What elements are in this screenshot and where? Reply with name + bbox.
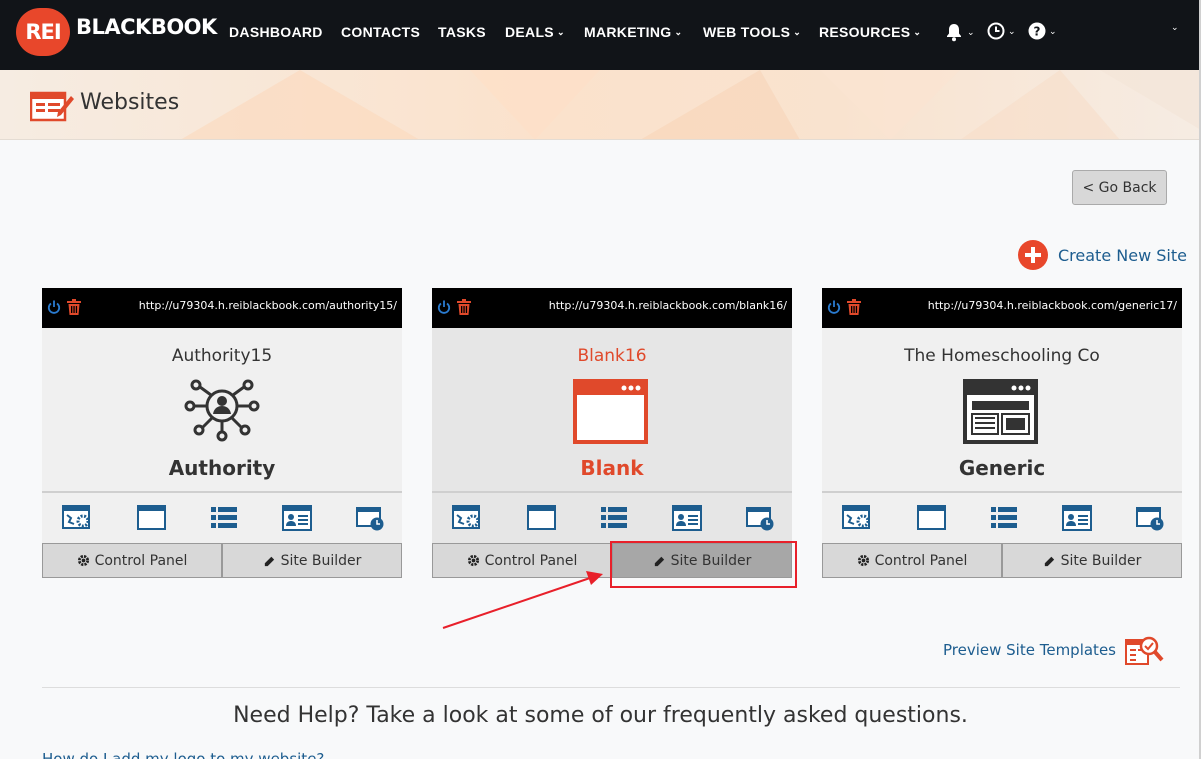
- nav-web-tools[interactable]: WEB TOOLS ⌄: [703, 24, 801, 40]
- nav-dashboard[interactable]: DASHBOARD: [229, 24, 323, 40]
- site-url[interactable]: http://u79304.h.reiblackbook.com/blank16…: [549, 299, 787, 312]
- site-type: Blank: [580, 456, 644, 480]
- site-card: http://u79304.h.reiblackbook.com/authori…: [42, 288, 402, 580]
- site-card-body[interactable]: Blank16 Blank: [432, 328, 792, 493]
- site-url[interactable]: http://u79304.h.reiblackbook.com/authori…: [139, 299, 397, 312]
- site-card-header: http://u79304.h.reiblackbook.com/generic…: [822, 288, 1182, 328]
- nav-resources[interactable]: RESOURCES ⌄: [819, 24, 921, 40]
- help-menu[interactable]: ? ⌄: [1028, 22, 1057, 40]
- chevron-down-icon: ⌄: [1049, 25, 1057, 36]
- control-panel-button[interactable]: Control Panel: [42, 543, 222, 578]
- analytics-icon[interactable]: [1136, 505, 1164, 531]
- create-new-site-label: Create New Site: [1058, 245, 1187, 265]
- chevron-down-icon: ⌄: [793, 27, 802, 37]
- list-icon[interactable]: [991, 506, 1017, 530]
- plus-circle-icon: [1018, 240, 1048, 270]
- faq-link[interactable]: How do I add my logo to my website?: [42, 750, 324, 759]
- site-builder-button[interactable]: Site Builder: [222, 543, 402, 578]
- trash-icon[interactable]: [847, 299, 861, 320]
- site-type: Generic: [958, 456, 1046, 480]
- site-name: Authority15: [171, 346, 273, 366]
- nav-deals[interactable]: DEALS ⌄: [505, 24, 565, 40]
- create-new-site-button[interactable]: Create New Site: [1018, 240, 1187, 270]
- site-name: The Homeschooling Co: [904, 346, 1100, 366]
- analytics-icon[interactable]: [356, 505, 384, 531]
- annotation-arrow: [442, 571, 603, 629]
- pencil-icon: [263, 554, 276, 567]
- history-menu[interactable]: ⌄: [987, 22, 1016, 40]
- preview-templates-label: Preview Site Templates: [943, 641, 1116, 659]
- site-card-header: http://u79304.h.reiblackbook.com/authori…: [42, 288, 402, 328]
- list-icon[interactable]: [211, 506, 237, 530]
- section-divider: [42, 687, 1180, 688]
- chevron-down-icon: ⌄: [674, 27, 683, 37]
- contact-card-icon[interactable]: [281, 505, 312, 531]
- analytics-icon[interactable]: [746, 505, 774, 531]
- nav-tasks[interactable]: TASKS: [438, 24, 486, 40]
- site-type: Authority: [168, 456, 276, 480]
- brand-badge: REI: [16, 8, 70, 56]
- chevron-down-icon: ⌄: [1171, 22, 1179, 32]
- user-menu-icon[interactable]: ⌄: [1168, 22, 1179, 33]
- gear-icon: [77, 554, 90, 567]
- power-icon[interactable]: [827, 300, 841, 319]
- help-icon: ?: [1028, 22, 1046, 40]
- top-nav: REI BLACKBOOK DASHBOARD CONTACTS TASKS D…: [0, 0, 1201, 70]
- power-icon[interactable]: [437, 300, 451, 319]
- window-icon[interactable]: [526, 505, 557, 531]
- chevron-down-icon: ⌄: [967, 26, 975, 37]
- site-settings-icon[interactable]: [62, 505, 92, 531]
- websites-icon: [29, 90, 74, 127]
- site-card-body[interactable]: Authority15 Authority: [42, 328, 402, 493]
- contact-card-icon[interactable]: [671, 505, 702, 531]
- svg-text:?: ?: [1034, 25, 1041, 39]
- control-panel-button[interactable]: Control Panel: [822, 543, 1002, 578]
- list-icon[interactable]: [601, 506, 627, 530]
- site-builder-button[interactable]: Site Builder: [612, 543, 792, 578]
- site-card-header: http://u79304.h.reiblackbook.com/blank16…: [432, 288, 792, 328]
- site-card: http://u79304.h.reiblackbook.com/blank16…: [432, 288, 792, 580]
- chevron-down-icon: ⌄: [556, 27, 565, 37]
- nav-contacts[interactable]: CONTACTS: [341, 24, 420, 40]
- site-card-buttons: Control Panel Site Builder: [42, 543, 402, 578]
- generic-page-icon: [962, 378, 1042, 449]
- power-icon[interactable]: [47, 300, 61, 319]
- gear-icon: [857, 554, 870, 567]
- brand-name: BLACKBOOK: [76, 15, 217, 39]
- nav-marketing[interactable]: MARKETING ⌄: [584, 24, 682, 40]
- network-person-icon: [182, 378, 262, 449]
- contact-card-icon[interactable]: [1061, 505, 1092, 531]
- go-back-button[interactable]: < Go Back: [1072, 170, 1167, 205]
- page-title: Websites: [80, 90, 180, 115]
- faq-heading: Need Help? Take a look at some of our fr…: [233, 703, 968, 728]
- clock-icon: [987, 22, 1005, 40]
- template-search-icon: [1124, 636, 1164, 665]
- preview-site-templates-link[interactable]: Preview Site Templates: [943, 634, 1164, 666]
- site-card: http://u79304.h.reiblackbook.com/generic…: [822, 288, 1182, 580]
- pencil-icon: [1043, 554, 1056, 567]
- blank-window-icon: [572, 378, 652, 449]
- site-tools: [822, 493, 1182, 543]
- chevron-down-icon: ⌄: [913, 27, 922, 37]
- site-builder-button[interactable]: Site Builder: [1002, 543, 1182, 578]
- brand-logo[interactable]: REI BLACKBOOK: [16, 8, 217, 56]
- notifications-menu[interactable]: ⌄: [944, 22, 975, 42]
- window-icon[interactable]: [136, 505, 167, 531]
- site-card-buttons: Control Panel Site Builder: [822, 543, 1182, 578]
- trash-icon[interactable]: [457, 299, 471, 320]
- site-tools: [432, 493, 792, 543]
- pencil-icon: [653, 554, 666, 567]
- banner-pattern: [181, 70, 1201, 139]
- trash-icon[interactable]: [67, 299, 81, 320]
- site-url[interactable]: http://u79304.h.reiblackbook.com/generic…: [928, 299, 1177, 312]
- page-header-banner: [0, 70, 1201, 140]
- site-name: Blank16: [577, 346, 647, 366]
- chevron-down-icon: ⌄: [1008, 25, 1016, 36]
- site-card-body[interactable]: The Homeschooling Co Generic: [822, 328, 1182, 493]
- bell-icon: [947, 24, 961, 42]
- window-icon[interactable]: [916, 505, 947, 531]
- site-tools: [42, 493, 402, 543]
- site-settings-icon[interactable]: [452, 505, 482, 531]
- site-settings-icon[interactable]: [842, 505, 872, 531]
